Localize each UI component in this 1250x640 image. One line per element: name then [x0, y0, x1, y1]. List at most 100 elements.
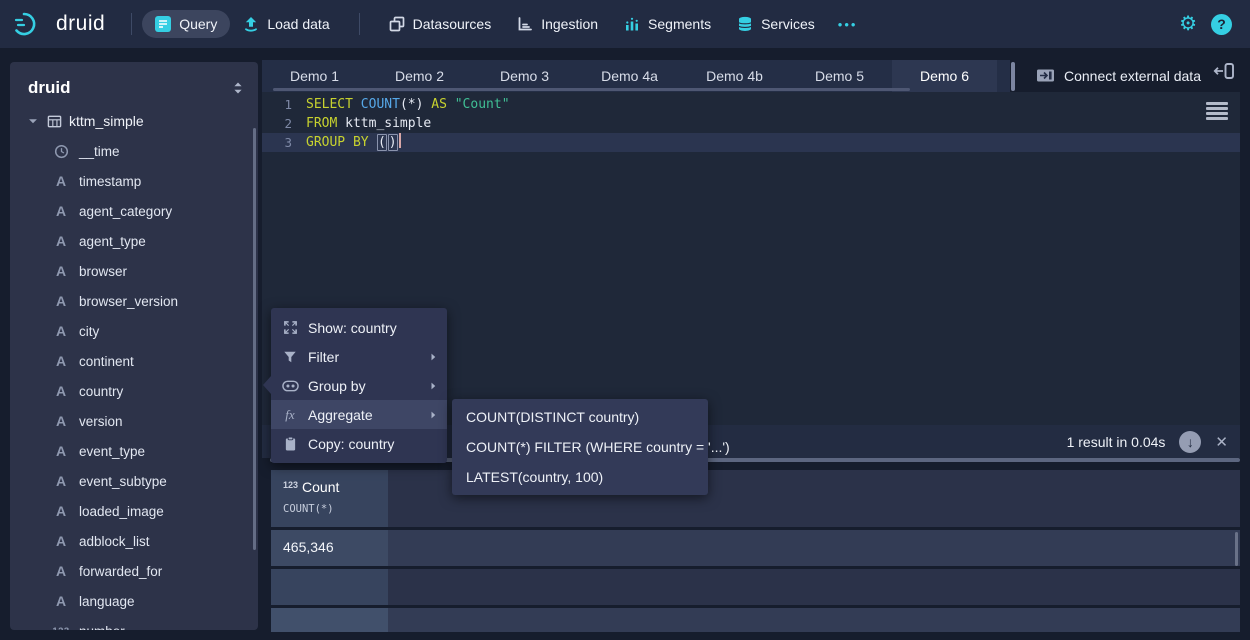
column-name: forwarded_for [79, 564, 162, 579]
sidebar-header: druid [10, 62, 258, 106]
text-cursor [399, 133, 401, 148]
editor-menu-icon[interactable] [1206, 102, 1228, 122]
code-tokens: FROM kttm_simple [306, 114, 431, 133]
sidebar-column-agent_category[interactable]: Aagent_category [10, 196, 258, 226]
gear-icon[interactable]: ⚙ [1179, 14, 1197, 34]
line-number: 1 [262, 95, 306, 114]
sidebar-scrollbar[interactable] [253, 128, 256, 550]
caret-right-icon [427, 409, 439, 421]
sidebar-column-number[interactable]: 123number [10, 616, 258, 630]
column-name: number [79, 624, 125, 631]
show-icon [281, 320, 299, 335]
column-name: __time [79, 144, 120, 159]
menu-item-filter[interactable]: Filter [271, 342, 447, 371]
sidebar-column-browser_version[interactable]: Abrowser_version [10, 286, 258, 316]
results-scrollbar[interactable] [1235, 532, 1238, 566]
result-status: 1 result in 0.04s [1067, 434, 1180, 450]
more-icon[interactable]: ••• [828, 11, 868, 38]
code-area: 1SELECT COUNT(*) AS "Count"2FROM kttm_si… [262, 92, 1240, 152]
sidebar-column-language[interactable]: Alanguage [10, 586, 258, 616]
sidebar-column-event_subtype[interactable]: Aevent_subtype [10, 466, 258, 496]
column-name: browser [79, 264, 127, 279]
nav-item-load-data[interactable]: Load data [230, 10, 342, 38]
sidebar-column-event_type[interactable]: Aevent_type [10, 436, 258, 466]
column-name: loaded_image [79, 504, 164, 519]
druid-logo[interactable]: druid [0, 11, 121, 37]
tab-scrollbar[interactable] [273, 88, 910, 91]
nav-item-services[interactable]: Services [724, 10, 828, 38]
string-icon: A [52, 593, 70, 609]
menu-item-show-country[interactable]: Show: country [271, 313, 447, 342]
sidebar-column-city[interactable]: Acity [10, 316, 258, 346]
sort-icon[interactable] [232, 81, 244, 95]
nav-item-query[interactable]: Query [142, 10, 230, 38]
result-cell: 465,346 [271, 530, 388, 555]
sidebar-column-agent_type[interactable]: Aagent_type [10, 226, 258, 256]
code-line: 2FROM kttm_simple [262, 114, 1240, 133]
download-icon[interactable]: ↓ [1179, 431, 1201, 453]
string-icon: A [52, 563, 70, 579]
nav-item-label: Load data [267, 16, 329, 32]
column-name: city [79, 324, 99, 339]
top-nav: druid Query Load data Datasources Ingest… [0, 0, 1250, 48]
sidebar-column-timestamp[interactable]: Atimestamp [10, 166, 258, 196]
string-icon: A [52, 323, 70, 339]
help-icon[interactable]: ? [1211, 14, 1232, 35]
brand-name: druid [56, 12, 105, 36]
load-data-icon [243, 16, 259, 32]
sidebar-column-continent[interactable]: Acontinent [10, 346, 258, 376]
schema-title: druid [28, 78, 71, 98]
submenu-item[interactable]: COUNT(DISTINCT country) [452, 402, 708, 432]
string-icon: A [52, 503, 70, 519]
submenu-item[interactable]: LATEST(country, 100) [452, 462, 708, 492]
table-row [271, 569, 1240, 605]
menu-item-copy-country[interactable]: Copy: country [271, 429, 447, 458]
token: kttm_simple [345, 116, 431, 131]
sidebar-column-__time[interactable]: __time [10, 136, 258, 166]
table-row[interactable]: 465,346 [271, 530, 1240, 566]
nav-item-label: Datasources [413, 16, 492, 32]
sidebar-column-forwarded_for[interactable]: Aforwarded_for [10, 556, 258, 586]
results-panel: 123Count COUNT(*) 465,346 [262, 470, 1240, 632]
menu-item-group-by[interactable]: Group by [271, 371, 447, 400]
connect-external-data-button[interactable]: Connect external data [1036, 60, 1201, 91]
nav-item-datasources[interactable]: Datasources [376, 10, 505, 38]
column-name: agent_category [79, 204, 172, 219]
sidebar-column-loaded_image[interactable]: Aloaded_image [10, 496, 258, 526]
tab-divider [1011, 62, 1015, 91]
close-icon[interactable]: ✕ [1215, 433, 1228, 451]
filter-icon [281, 350, 299, 364]
column-name: continent [79, 354, 134, 369]
column-name: timestamp [79, 174, 141, 189]
column-name: version [79, 414, 123, 429]
caret-right-icon [427, 351, 439, 363]
string-icon: A [52, 353, 70, 369]
nav-item-ingestion[interactable]: Ingestion [504, 10, 611, 38]
string-icon: A [52, 263, 70, 279]
caret-right-icon [427, 380, 439, 392]
sidebar-column-adblock_list[interactable]: Aadblock_list [10, 526, 258, 556]
column-header-label: Count [302, 479, 339, 495]
line-number: 3 [262, 133, 306, 152]
druid-logo-icon [14, 11, 48, 37]
string-icon: A [52, 533, 70, 549]
column-expression: COUNT(*) [283, 503, 388, 515]
nav-item-segments[interactable]: Segments [611, 10, 724, 38]
sidebar-column-version[interactable]: Aversion [10, 406, 258, 436]
open-panel-icon[interactable] [1213, 62, 1235, 80]
clock-icon [52, 144, 70, 159]
menu-item-label: Aggregate [308, 407, 373, 423]
table-node-kttm_simple[interactable]: kttm_simple [10, 106, 258, 136]
menu-item-label: Group by [308, 378, 366, 394]
ingestion-icon [517, 16, 533, 32]
sidebar-column-browser[interactable]: Abrowser [10, 256, 258, 286]
column-list: __timeAtimestampAagent_categoryAagent_ty… [10, 136, 258, 630]
chevron-down-icon [26, 114, 40, 128]
string-icon: A [52, 413, 70, 429]
string-icon: A [52, 293, 70, 309]
column-header-count[interactable]: 123Count COUNT(*) [271, 470, 388, 527]
menu-item-aggregate[interactable]: fxAggregate [271, 400, 447, 429]
sidebar-column-country[interactable]: Acountry [10, 376, 258, 406]
string-icon: A [52, 383, 70, 399]
submenu-item[interactable]: COUNT(*) FILTER (WHERE country = '...') [452, 432, 708, 462]
